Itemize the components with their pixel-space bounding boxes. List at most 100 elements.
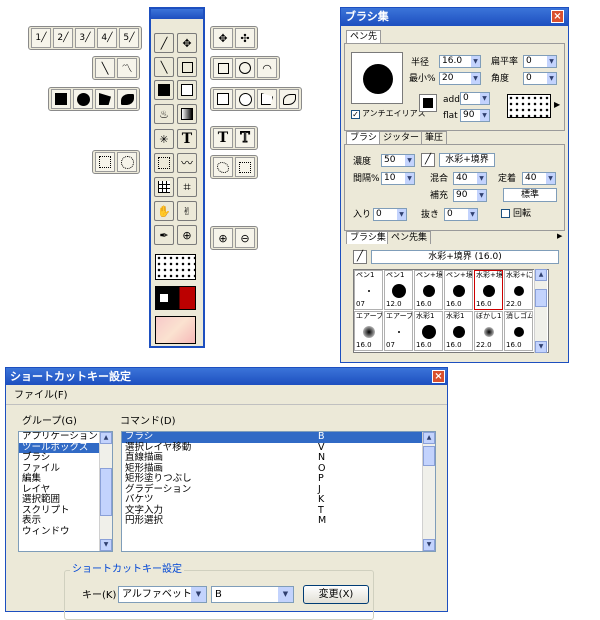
outline-rect-button[interactable] xyxy=(213,89,233,109)
fill-freeform-button[interactable] xyxy=(117,89,137,109)
outline-ellipse-button[interactable] xyxy=(235,89,255,109)
brush-cell[interactable]: ペン+境 16.0 xyxy=(414,270,443,310)
interval-input[interactable]: 10 ▼ xyxy=(381,172,415,185)
tab-pressure[interactable]: 筆圧 xyxy=(421,131,448,144)
magic-wand-button[interactable]: ✳ xyxy=(154,129,174,149)
brush-cell[interactable]: ペン+境 16.0 xyxy=(444,270,473,310)
command-list[interactable]: ブラシ B 選択レイヤ移動 V 直線描画 N 矩形描画 O 矩形塗りつぶし P グラデーション J バケ… xyxy=(121,431,436,552)
brush-grid-scrollbar[interactable]: ▲ ▼ xyxy=(534,269,547,353)
group-list-scrollbar[interactable]: ▲ ▼ xyxy=(99,432,112,551)
text-horizontal-button[interactable]: T xyxy=(213,128,233,148)
line-tool-button[interactable]: ╲ xyxy=(154,57,174,77)
brush-size-1-button[interactable]: 1╱ xyxy=(31,28,51,48)
brush-cell[interactable]: 水彩+境 16.0 xyxy=(474,270,503,310)
fill-tool-button[interactable] xyxy=(154,80,174,100)
change-button[interactable]: 変更(X) xyxy=(303,585,369,604)
brush-panel-title[interactable]: ブラシ集 xyxy=(341,8,568,26)
move-selection-button[interactable]: ✣ xyxy=(235,28,255,48)
table-row[interactable]: 文字入力 T xyxy=(122,505,435,517)
brush-cell[interactable]: エアーブ 16.0 xyxy=(354,311,383,351)
move-tool-button[interactable]: ✥ xyxy=(177,33,197,53)
dropdown-arrow-icon[interactable]: ▼ xyxy=(477,173,486,184)
tab-tip-set[interactable]: ペン先集 xyxy=(387,231,432,244)
tab-jitter[interactable]: ジッター xyxy=(379,131,424,144)
brush-size-5-button[interactable]: 5╱ xyxy=(119,28,139,48)
chevron-down-icon[interactable]: ▼ xyxy=(278,587,293,602)
rect-select-button[interactable] xyxy=(95,152,115,172)
eyedropper-tool-button[interactable]: ✒ xyxy=(154,225,174,245)
ellipse-select-button[interactable] xyxy=(117,152,137,172)
dropdown-arrow-icon[interactable]: ▼ xyxy=(468,209,477,220)
dropdown-arrow-icon[interactable]: ▼ xyxy=(546,173,555,184)
text-outline-button[interactable]: T xyxy=(235,128,255,148)
lasso-freehand-button[interactable] xyxy=(213,157,233,177)
table-row[interactable]: バケツ K xyxy=(122,494,435,506)
brush-size-2-button[interactable]: 2╱ xyxy=(53,28,73,48)
brush-cell[interactable]: 水彩+に 22.0 xyxy=(504,270,533,310)
dropdown-arrow-icon[interactable]: ▼ xyxy=(405,173,414,184)
menu-file[interactable]: ファイル(F) xyxy=(14,390,68,402)
table-row[interactable]: グラデーション J xyxy=(122,484,435,496)
close-icon[interactable]: × xyxy=(432,370,445,383)
fill-rect-button[interactable] xyxy=(51,89,71,109)
scroll-thumb[interactable] xyxy=(535,289,547,307)
toolbox-title-bar[interactable] xyxy=(151,9,203,19)
chevron-down-icon[interactable]: ▼ xyxy=(191,587,206,602)
curve-line-button[interactable]: ◠ xyxy=(257,58,277,78)
key-value-select[interactable]: B ▼ xyxy=(211,586,294,603)
fill-ellipse-button[interactable] xyxy=(73,89,93,109)
out-input[interactable]: 0 ▼ xyxy=(444,208,478,221)
text-tool-button[interactable]: T xyxy=(177,129,197,149)
add-input[interactable]: 0 ▼ xyxy=(460,92,490,105)
dropdown-arrow-icon[interactable]: ▼ xyxy=(480,93,489,104)
rect-line-button[interactable] xyxy=(213,58,233,78)
dropdown-arrow-icon[interactable]: ▼ xyxy=(547,56,556,67)
brush-cell[interactable]: 水彩1 16.0 xyxy=(414,311,443,351)
dropdown-arrow-icon[interactable]: ▼ xyxy=(471,73,480,84)
brush-cell[interactable]: 水彩1 16.0 xyxy=(444,311,473,351)
ellipse-line-button[interactable] xyxy=(235,58,255,78)
gradient-tool-button[interactable] xyxy=(177,104,197,124)
brush-size-4-button[interactable]: 4╱ xyxy=(97,28,117,48)
saturation-input[interactable]: 90 ▼ xyxy=(453,189,487,202)
scroll-up-arrow-icon[interactable]: ▲ xyxy=(100,432,112,444)
brush-cell[interactable]: ペン1 07 xyxy=(354,270,383,310)
rect-line-tool-button[interactable] xyxy=(177,57,197,77)
tab-brush-set[interactable]: ブラシ集 xyxy=(346,231,390,244)
group-list[interactable]: アプリケーション ツールボックス ブラシ ファイル 編集 レイヤ 選択範囲 スクリプト 表示 ウィ… xyxy=(18,431,113,552)
brush-cell[interactable]: 消しゴム 16.0 xyxy=(504,311,533,351)
tab-brush[interactable]: ブラシ xyxy=(346,131,381,144)
lasso-tool-button[interactable]: 〰 xyxy=(177,153,197,173)
fill-polygon-button[interactable] xyxy=(95,89,115,109)
key-type-select[interactable]: アルファベット ▼ xyxy=(118,586,207,603)
zoom-tool-button[interactable]: ⊕ xyxy=(177,225,197,245)
command-list-scrollbar[interactable]: ▲ ▼ xyxy=(422,432,435,551)
rect-tool-button[interactable] xyxy=(177,80,197,100)
scroll-thumb[interactable] xyxy=(100,468,112,516)
texture-swatch[interactable] xyxy=(155,316,196,344)
scroll-down-arrow-icon[interactable]: ▼ xyxy=(100,539,112,551)
flat-input[interactable]: 90 ▼ xyxy=(460,109,490,122)
bucket-tool-button[interactable]: ♨ xyxy=(154,104,174,124)
dropdown-arrow-icon[interactable]: ▼ xyxy=(397,209,406,220)
antialias-checkbox[interactable]: ✓ xyxy=(351,110,360,119)
brush-size-3-button[interactable]: 3╱ xyxy=(75,28,95,48)
texture-pattern-swatch[interactable] xyxy=(507,94,551,118)
tip-shape-swatch[interactable] xyxy=(419,94,437,112)
mode-field[interactable]: 標準 xyxy=(503,188,557,202)
move-layer-button[interactable]: ✥ xyxy=(213,28,233,48)
dropdown-arrow-icon[interactable]: ▼ xyxy=(477,190,486,201)
blend-name-field[interactable]: 水彩+境界 xyxy=(439,153,495,167)
polyline-button[interactable]: 〽 xyxy=(117,58,137,78)
density-input[interactable]: 50 ▼ xyxy=(381,154,415,167)
pattern-swatch[interactable] xyxy=(155,254,196,280)
brush-cell[interactable]: ぼかし1 22.0 xyxy=(474,311,503,351)
dropdown-arrow-icon[interactable]: ▼ xyxy=(471,56,480,67)
straight-line-button[interactable]: ╲ xyxy=(95,58,115,78)
outline-freeform-button[interactable] xyxy=(279,89,299,109)
flatness-input[interactable]: 0 ▼ xyxy=(523,55,557,68)
table-row[interactable]: 直線描画 N xyxy=(122,452,435,464)
dropdown-arrow-icon[interactable]: ▼ xyxy=(547,73,556,84)
scroll-up-arrow-icon[interactable]: ▲ xyxy=(423,432,435,444)
scroll-down-arrow-icon[interactable]: ▼ xyxy=(535,341,547,353)
